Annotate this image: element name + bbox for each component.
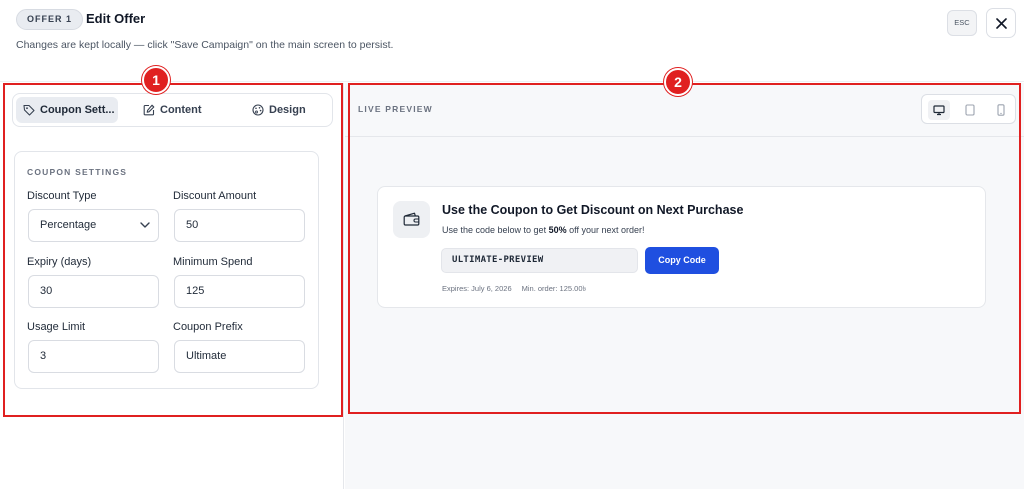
annotation-marker-1: 1 xyxy=(142,66,170,94)
close-icon xyxy=(996,18,1007,29)
annotation-box-1 xyxy=(3,83,343,417)
page-subtitle: Changes are kept locally — click "Save C… xyxy=(16,39,394,51)
offer-badge: OFFER 1 xyxy=(16,9,84,30)
annotation-marker-2: 2 xyxy=(664,68,692,96)
page-title: Edit Offer xyxy=(86,11,146,26)
annotation-box-2 xyxy=(348,83,1021,414)
close-button[interactable] xyxy=(986,8,1016,38)
esc-button[interactable]: ESC xyxy=(947,10,977,36)
